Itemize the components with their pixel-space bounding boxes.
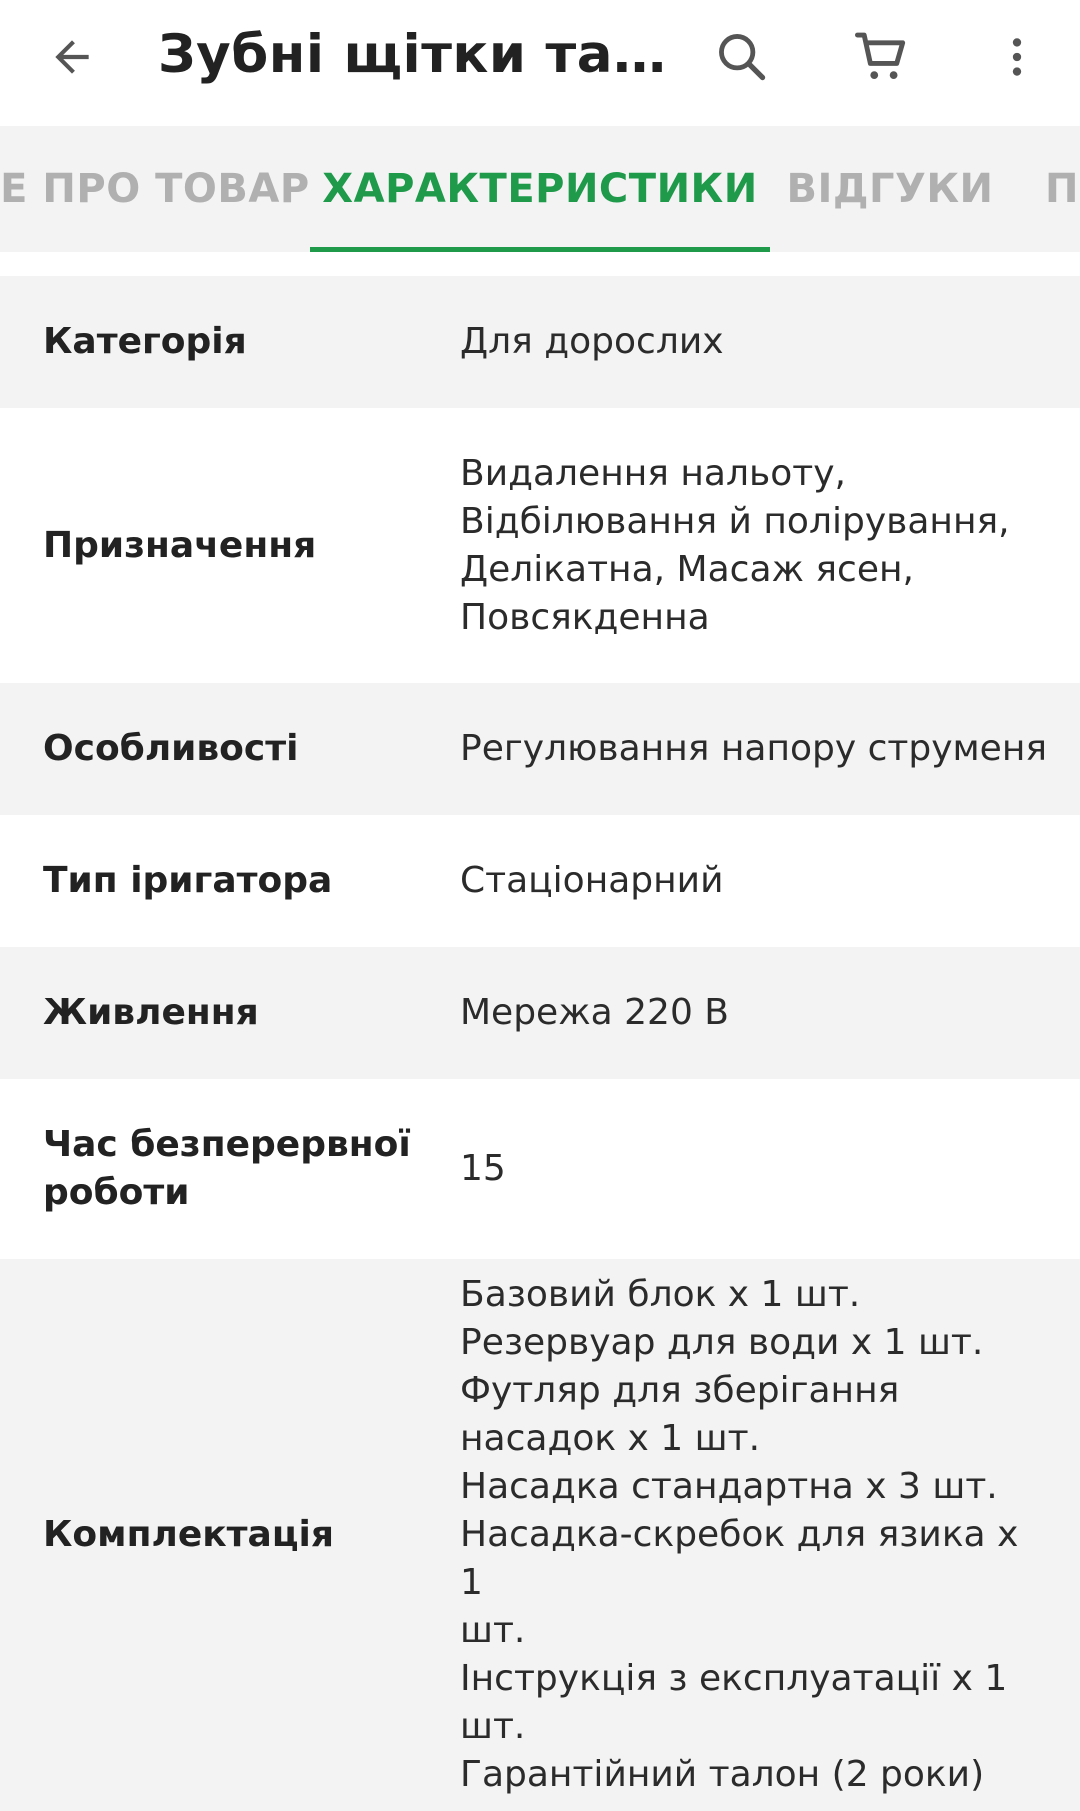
- spec-value: Мережа 220 В: [460, 992, 729, 1033]
- cart-icon: [855, 32, 906, 79]
- spec-row: Категорія Для дорослих: [0, 276, 1080, 408]
- spec-label: Живлення: [43, 992, 259, 1033]
- spec-row: Призначення Видалення нальоту, Відбілюва…: [0, 408, 1080, 683]
- search-button[interactable]: [700, 15, 784, 99]
- app-bar: Зубні щітки та і...: [0, 0, 1080, 118]
- tab-reviews[interactable]: ВІДГУКИ: [787, 126, 994, 252]
- spec-label: Тип іригатора: [43, 860, 333, 901]
- spec-value: Базовий блок х 1 шт. Резервуар для води …: [460, 1274, 1019, 1795]
- tab-next[interactable]: П: [1045, 126, 1080, 252]
- back-button[interactable]: [30, 15, 114, 99]
- spec-row: Тип іригатора Стаціонарний: [0, 815, 1080, 947]
- specifications-list: Категорія Для дорослих Призначення Видал…: [0, 276, 1080, 1811]
- arrow-left-icon: [55, 40, 89, 74]
- spec-value: Стаціонарний: [460, 860, 724, 901]
- spec-value: Для дорослих: [460, 321, 724, 362]
- spec-label: Призначення: [43, 524, 317, 566]
- spec-label: Особливості: [43, 728, 299, 769]
- search-icon: [719, 34, 766, 81]
- spec-value: 15: [460, 1148, 506, 1189]
- spec-row: Живлення Мережа 220 В: [0, 947, 1080, 1079]
- spec-label: Комплектація: [43, 1514, 334, 1555]
- more-vertical-icon: [1012, 38, 1022, 76]
- active-tab-indicator: [310, 247, 770, 252]
- tab-bar: СЕ ПРО ТОВАР ХАРАКТЕРИСТИКИ ВІДГУКИ П: [0, 126, 1080, 252]
- page-title: Зубні щітки та і...: [158, 24, 668, 85]
- spec-label: Категорія: [43, 321, 247, 362]
- spec-value: Регулювання напору струменя: [460, 728, 1048, 769]
- cart-button[interactable]: [840, 15, 924, 99]
- tab-about-product[interactable]: СЕ ПРО ТОВАР: [0, 126, 309, 252]
- more-options-button[interactable]: [975, 15, 1059, 99]
- tab-specifications[interactable]: ХАРАКТЕРИСТИКИ: [310, 126, 770, 252]
- spec-row: Комплектація Базовий блок х 1 шт. Резерв…: [0, 1259, 1080, 1811]
- spec-value: Видалення нальоту, Відбілювання й поліру…: [460, 452, 1010, 638]
- spec-row: Час безперервної роботи 15: [0, 1079, 1080, 1259]
- spec-row: Особливості Регулювання напору струменя: [0, 683, 1080, 815]
- spec-label: Час безперервної роботи: [43, 1124, 411, 1213]
